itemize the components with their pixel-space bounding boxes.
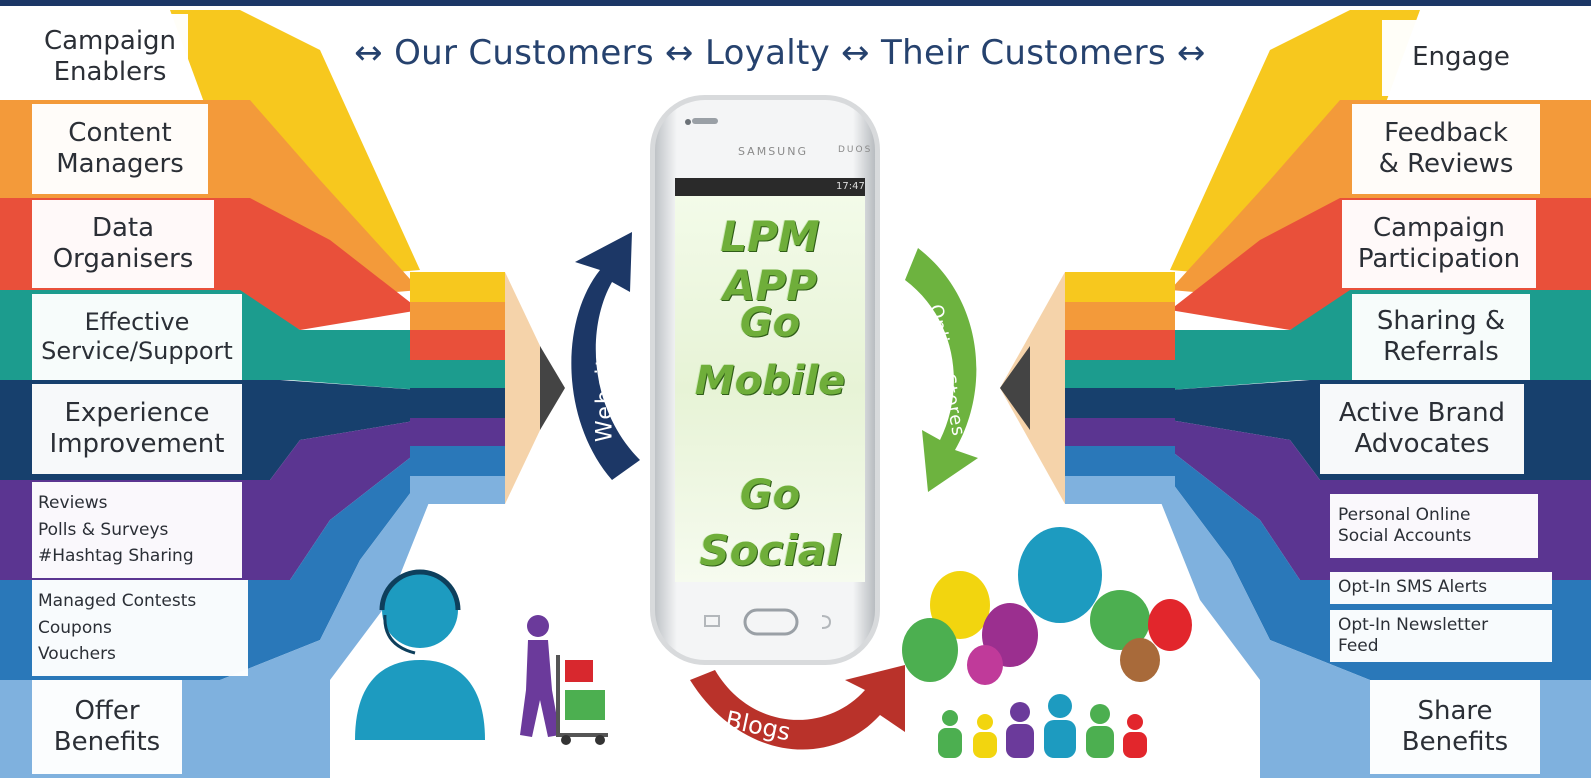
left-label-contests-coupons-vouchers: Managed Contests Coupons Vouchers <box>32 580 248 676</box>
left-label-campaign-enablers: Campaign Enablers <box>32 14 188 100</box>
left-pencil <box>410 272 565 504</box>
right-label-feedback-reviews: Feedback & Reviews <box>1352 104 1540 194</box>
websites-arrow-label: Websites <box>592 326 618 443</box>
left-label-data-organisers: Data Organisers <box>32 200 214 288</box>
phone-brand: SAMSUNG <box>738 145 808 158</box>
right-label-share-benefits: Share Benefits <box>1370 680 1540 774</box>
diagram-canvas: ↔ Our Customers ↔ Loyalty ↔ Their Custom… <box>0 0 1591 778</box>
phone-mobile: Mobile <box>694 358 846 404</box>
left-label-content-managers: Content Managers <box>32 104 208 194</box>
hand-truck-person-icon <box>520 615 608 745</box>
right-label-campaign-participation: Campaign Participation <box>1342 200 1536 288</box>
phone-go-1: Go <box>739 300 801 346</box>
speech-bubbles-crowd-icon <box>902 527 1192 758</box>
phone-app-title: LPM APP <box>720 212 820 310</box>
right-pencil <box>1000 272 1175 504</box>
left-label-experience-improvement: Experience Improvement <box>32 384 242 474</box>
phone-go-2: Go <box>739 472 801 518</box>
left-label-reviews-polls-hashtag: Reviews Polls & Surveys #Hashtag Sharing <box>32 482 242 578</box>
left-label-effective-service: Effective Service/Support <box>32 294 242 380</box>
right-label-personal-online-social: Personal Online Social Accounts <box>1330 494 1538 558</box>
phone-model: DUOS <box>838 145 873 155</box>
flow-header: ↔ Our Customers ↔ Loyalty ↔ Their Custom… <box>354 33 1206 73</box>
right-label-active-brand-advocates: Active Brand Advocates <box>1320 384 1524 474</box>
phone-social: Social <box>699 526 841 575</box>
right-label-sharing-referrals: Sharing & Referrals <box>1352 294 1530 380</box>
right-label-optin-sms: Opt-In SMS Alerts <box>1330 572 1552 604</box>
right-label-optin-newsletter: Opt-In Newsletter Feed <box>1330 610 1552 662</box>
phone-status-time: 17:47 <box>836 181 865 192</box>
right-label-engage: Engage <box>1382 20 1540 96</box>
left-label-offer-benefits: Offer Benefits <box>32 680 182 774</box>
